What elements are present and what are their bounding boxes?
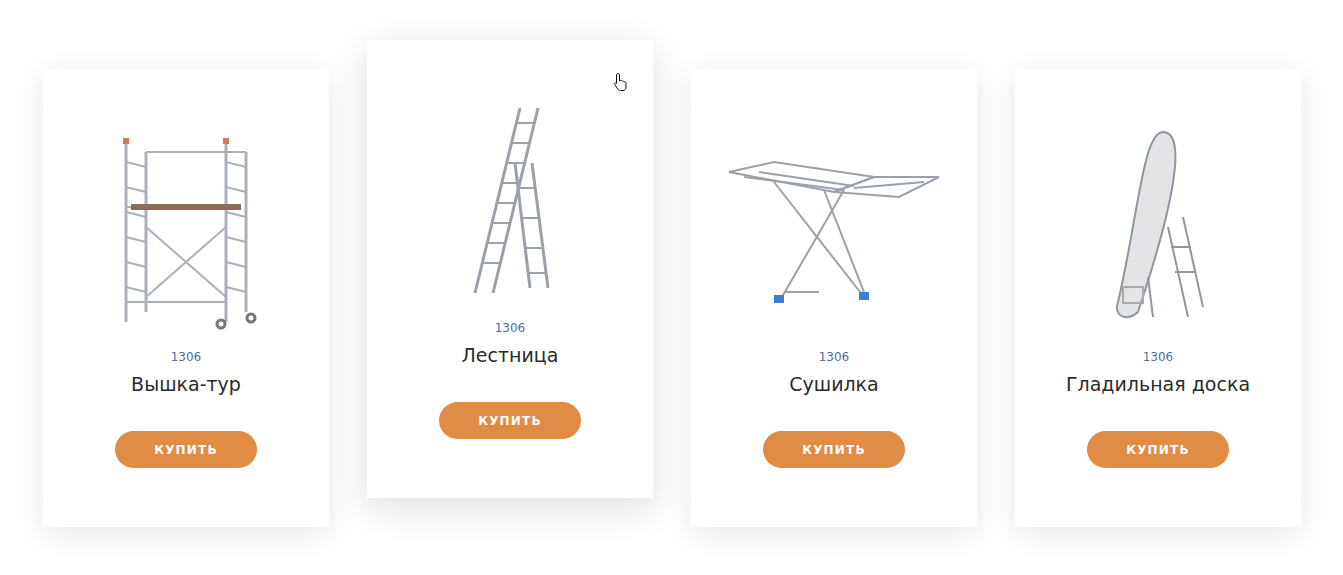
pointer-cursor-icon	[613, 72, 629, 92]
product-code: 1306	[1143, 349, 1174, 365]
product-image[interactable]	[66, 124, 306, 339]
product-title[interactable]: Сушилка	[781, 371, 887, 397]
product-card[interactable]: 1306 Гладильная доска КУПИТЬ	[1015, 69, 1301, 527]
product-title[interactable]: Гладильная доска	[1058, 371, 1258, 397]
product-card[interactable]: 1306 Сушилка КУПИТЬ	[691, 69, 977, 527]
product-title[interactable]: Лестница	[454, 342, 567, 368]
product-grid: 1306Вышка-турКУПИТЬ1306ЛестницаКУПИТЬ130…	[0, 0, 1343, 527]
buy-button[interactable]: КУПИТЬ	[115, 431, 257, 468]
product-card[interactable]: 1306 Вышка-тур КУПИТЬ	[43, 69, 329, 527]
product-image[interactable]	[390, 95, 630, 310]
product-code: 1306	[495, 320, 526, 336]
product-code: 1306	[171, 349, 202, 365]
buy-button[interactable]: КУПИТЬ	[1087, 431, 1229, 468]
product-image[interactable]	[714, 124, 954, 339]
buy-button[interactable]: КУПИТЬ	[763, 431, 905, 468]
product-title[interactable]: Вышка-тур	[123, 371, 249, 397]
product-card[interactable]: 1306 Лестница КУПИТЬ	[367, 40, 653, 498]
product-image[interactable]	[1038, 124, 1278, 339]
buy-button[interactable]: КУПИТЬ	[439, 402, 581, 439]
product-code: 1306	[819, 349, 850, 365]
